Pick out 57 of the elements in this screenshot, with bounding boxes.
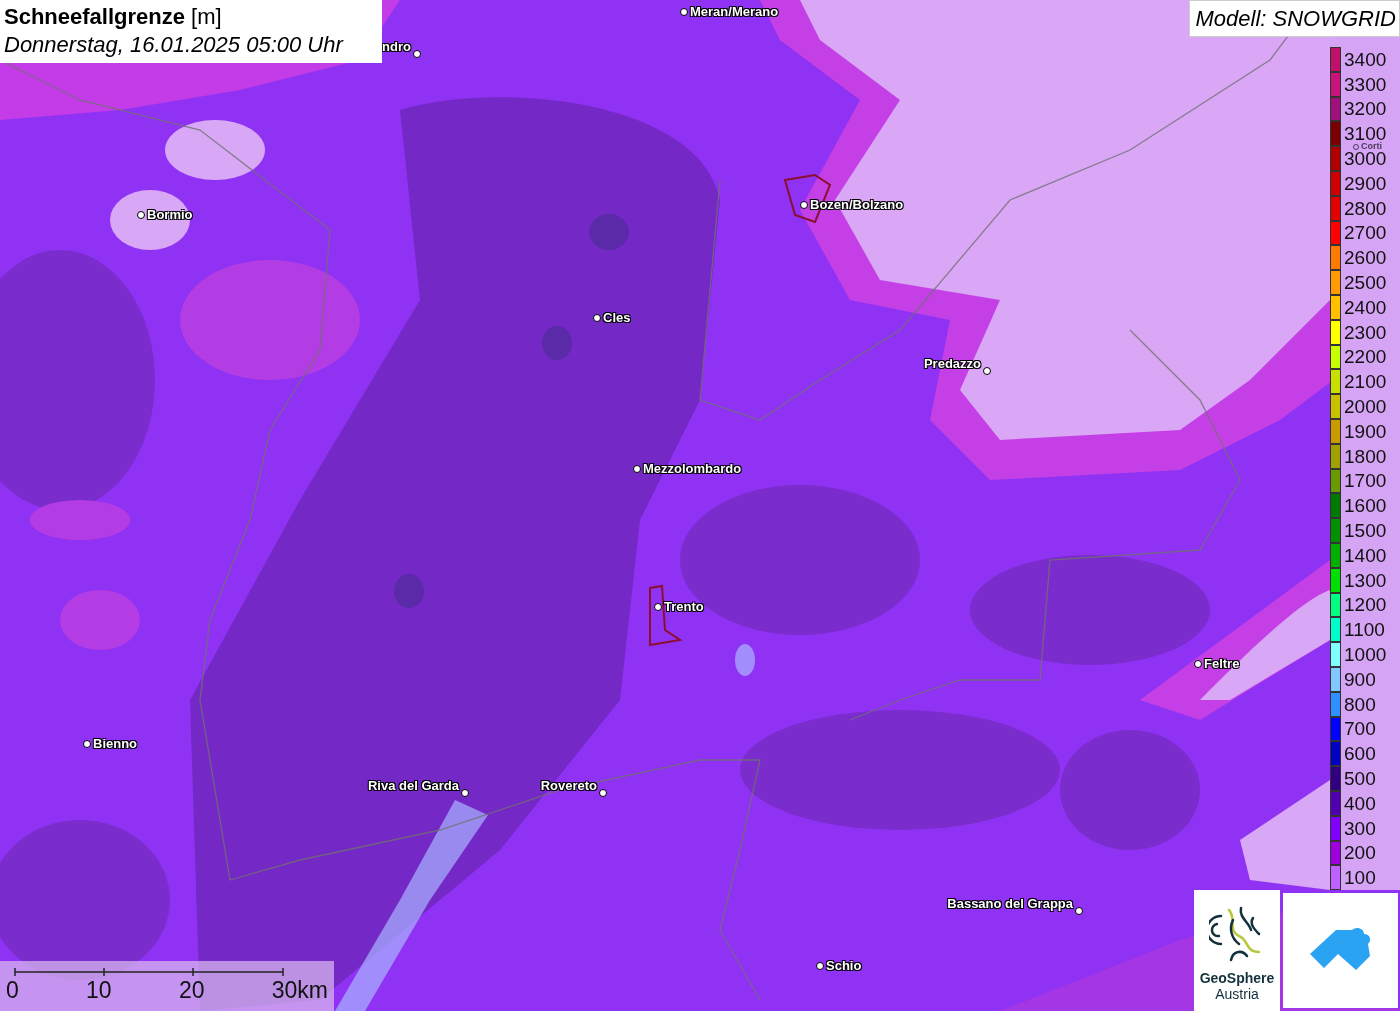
legend-label: 2900 bbox=[1344, 174, 1387, 192]
legend-label: 200 bbox=[1344, 844, 1376, 862]
legend-label: 2100 bbox=[1344, 373, 1387, 391]
scale-label: 0 bbox=[6, 977, 19, 1004]
legend-label: 2800 bbox=[1344, 199, 1387, 217]
town-label: Rovereto bbox=[540, 778, 597, 793]
date-label: Donnerstag, 16.01.2025 05:00 Uhr bbox=[4, 31, 345, 59]
legend-label: 2400 bbox=[1344, 298, 1387, 316]
legend-label: 3200 bbox=[1344, 100, 1387, 118]
legend-label: 1800 bbox=[1344, 447, 1387, 465]
legend-label: 1000 bbox=[1344, 646, 1387, 663]
town-label: Riva del Garda bbox=[367, 778, 459, 793]
scale-label: 30km bbox=[271, 977, 328, 1004]
legend-label: 1900 bbox=[1344, 422, 1387, 440]
legend-label: 2600 bbox=[1344, 249, 1387, 267]
town-label: Cles bbox=[603, 310, 631, 325]
town-label: Mezzolombardo bbox=[643, 461, 742, 476]
town-label: Schio bbox=[826, 958, 862, 973]
town-label: Feltre bbox=[1204, 656, 1240, 671]
legend-label: 100 bbox=[1344, 869, 1376, 887]
map-title: Schneefallgrenze [m] bbox=[4, 3, 223, 31]
legend-label: 3000 bbox=[1344, 150, 1387, 168]
legend-label: 600 bbox=[1344, 745, 1376, 763]
legend-label: 2200 bbox=[1344, 348, 1387, 366]
legend-label: 500 bbox=[1344, 770, 1376, 787]
legend-label: 300 bbox=[1344, 819, 1376, 837]
legend-label: 3400 bbox=[1344, 50, 1387, 68]
model-label: Modell: SNOWGRID bbox=[1188, 0, 1400, 37]
logo-text: Austria bbox=[1215, 986, 1259, 1002]
legend-label: 1500 bbox=[1344, 522, 1387, 540]
legend-label: 800 bbox=[1344, 695, 1376, 713]
town-label: ndro bbox=[382, 39, 411, 54]
legend-label: 1200 bbox=[1344, 596, 1387, 614]
legend-label: 3300 bbox=[1344, 75, 1387, 93]
legend-label: 400 bbox=[1344, 794, 1376, 812]
legend-label: 2500 bbox=[1344, 274, 1387, 292]
town-label: Meran/Merano bbox=[690, 4, 779, 19]
legend-label: 1600 bbox=[1344, 497, 1387, 515]
town-label: Corti bbox=[1361, 143, 1382, 150]
town-label: Bassano del Grappa bbox=[947, 896, 1073, 911]
logo-text: GeoSphere bbox=[1199, 970, 1275, 986]
scale-label: 10 bbox=[86, 977, 112, 1004]
legend-label: 3100 bbox=[1344, 125, 1387, 143]
legend-label: 1100 bbox=[1344, 621, 1385, 639]
legend-label: 900 bbox=[1344, 670, 1376, 688]
scale-ruler-icon bbox=[14, 967, 284, 977]
town-label: Trento bbox=[664, 599, 704, 614]
town-label: Predazzo bbox=[923, 356, 981, 371]
legend-label: 1700 bbox=[1344, 472, 1387, 490]
town-label: Bienno bbox=[93, 736, 138, 751]
legend-label: 2300 bbox=[1344, 323, 1387, 341]
legend-label: 700 bbox=[1344, 720, 1376, 738]
legend-label: 1400 bbox=[1344, 546, 1387, 564]
legend-label: 2700 bbox=[1344, 224, 1387, 242]
legend-label: 1300 bbox=[1344, 571, 1387, 589]
legend-label: 2000 bbox=[1344, 398, 1387, 416]
scale-label: 20 bbox=[178, 977, 205, 1004]
